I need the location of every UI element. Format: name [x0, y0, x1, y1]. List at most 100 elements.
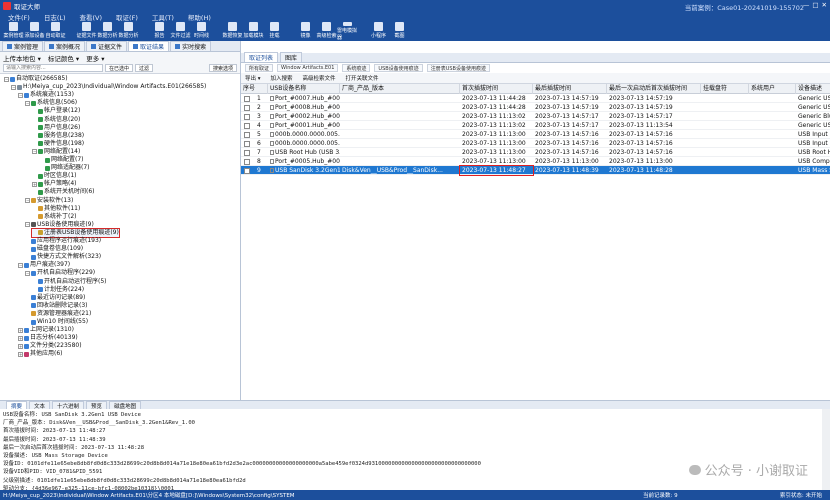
table-row[interactable]: 1 Port_#0007.Hub_#0003 2023-07-13 11:44:28… — [241, 94, 830, 103]
column-header[interactable]: 挂载盘符 — [701, 84, 749, 94]
tree-node[interactable]: 计划任务(224) — [32, 286, 84, 294]
tree-node[interactable]: 磁盘卷信息(109) — [25, 245, 83, 253]
collapse-icon[interactable]: − — [32, 149, 37, 155]
table-row[interactable]: 4 Port_#0001.Hub_#0001 2023-07-13 11:13:02… — [241, 121, 830, 130]
tree-node[interactable]: − 网络配置(14) — [32, 148, 80, 156]
column-header[interactable]: 设备描述 — [796, 84, 830, 94]
menu-log[interactable]: 日志(L) — [44, 12, 66, 22]
tree-node[interactable]: 帐户登录(12) — [32, 107, 80, 115]
tree-node[interactable]: 系统补丁(2) — [32, 213, 77, 221]
tree-node[interactable]: 用户信息(26) — [32, 124, 80, 132]
tree-node[interactable]: 最近访问记录(89) — [25, 294, 85, 302]
table-row[interactable]: 2 Port_#0008.Hub_#0003 2023-07-13 11:44:28… — [241, 103, 830, 112]
tree-node[interactable]: − 安装软件(13) — [25, 197, 73, 205]
tree-node[interactable]: + 上网记录(1310) — [18, 326, 74, 334]
column-header[interactable]: 系统用户 — [749, 84, 796, 94]
tab-result-list[interactable]: 取证列表 — [244, 52, 279, 62]
expand-icon[interactable]: + — [18, 327, 23, 333]
row-checkbox[interactable] — [244, 131, 250, 138]
ribbon-button[interactable]: 加载模块 — [243, 21, 264, 41]
detail-scrollbar[interactable] — [822, 409, 830, 490]
tree-node[interactable]: 注册表USB设备使用痕迹(9) — [31, 227, 120, 238]
breadcrumb-item[interactable]: 所有取证 — [245, 64, 274, 72]
tree-node[interactable]: 服务信息(238) — [32, 132, 84, 140]
tree-node[interactable]: − 系统痕迹(1153) — [18, 91, 74, 99]
row-checkbox[interactable] — [244, 167, 250, 174]
tree-node[interactable]: 系统开关机时间(6) — [32, 188, 95, 196]
ribbon-button[interactable]: 案例管理 — [3, 21, 24, 41]
tree-node[interactable]: 硬件信息(198) — [32, 140, 84, 148]
tree-node[interactable]: 回收站删除记录(3) — [25, 302, 88, 310]
more-button[interactable]: 更多 ▾ — [86, 53, 104, 63]
tree-node[interactable]: 快捷方式文件解析(323) — [25, 253, 101, 261]
collapse-icon[interactable]: − — [11, 84, 16, 90]
mark-color-button[interactable]: 标记颜色 ▾ — [48, 53, 79, 63]
tree-node[interactable]: 网络配置(7) — [39, 156, 84, 164]
breadcrumb-item[interactable]: 注册表USB设备使用痕迹 — [426, 64, 490, 72]
export-button[interactable]: 导出 ▾ — [245, 74, 261, 82]
ribbon-button[interactable]: 时间线 — [191, 21, 212, 41]
collapse-icon[interactable]: − — [18, 262, 23, 268]
ribbon-button[interactable]: 数据分析 — [97, 21, 118, 41]
tab-disk-map[interactable]: 磁盘地图 — [109, 401, 142, 410]
ribbon-button[interactable]: 高级检索 — [316, 21, 337, 41]
close-button[interactable]: ✕ — [822, 1, 827, 9]
menu-file[interactable]: 文件(F) — [8, 12, 30, 22]
tree-node[interactable]: 其他软件(11) — [32, 205, 80, 213]
row-checkbox[interactable] — [244, 113, 250, 120]
tree-node[interactable]: 网络适配器(7) — [39, 164, 90, 172]
tree-node[interactable]: 系统信息(20) — [32, 116, 80, 124]
table-row[interactable]: 5 000b.0000.0000.005.000.000... 2023-07-13… — [241, 130, 830, 139]
ribbon-button[interactable]: 添加设备 — [24, 21, 45, 41]
row-checkbox[interactable] — [244, 104, 250, 111]
ribbon-button[interactable]: 数据分析 — [118, 21, 139, 41]
column-header[interactable]: 序号 — [241, 84, 268, 94]
ribbon-button[interactable]: 文件过滤 — [170, 21, 191, 41]
tree-node[interactable]: + 日志分析(40139) — [18, 334, 78, 342]
table-row[interactable]: 3 Port_#0002.Hub_#0001 2023-07-13 11:13:02… — [241, 112, 830, 121]
row-checkbox[interactable] — [244, 122, 250, 129]
collapse-icon[interactable]: − — [25, 198, 30, 203]
tab-forensic-results[interactable]: 取证结果 — [128, 41, 170, 51]
tree-node[interactable]: 时区信息(1) — [32, 172, 77, 180]
row-checkbox[interactable] — [244, 140, 250, 147]
expand-icon[interactable]: + — [18, 335, 23, 341]
tab-hex[interactable]: 十六进制 — [52, 401, 85, 410]
menu-forensics[interactable]: 取证(F) — [116, 12, 138, 22]
expand-icon[interactable]: + — [18, 351, 23, 357]
menu-help[interactable]: 帮助(H) — [188, 12, 211, 22]
table-row[interactable]: 6 000b.0000.0000.005.000.000... 2023-07-13… — [241, 139, 830, 148]
minimize-button[interactable]: — — [803, 1, 810, 9]
table-row[interactable]: 7 USB Root Hub (USB 3.0) 2023-07-13 11:13:… — [241, 148, 830, 157]
maximize-button[interactable]: □ — [812, 1, 818, 9]
menu-tools[interactable]: 工具(T) — [152, 12, 174, 22]
column-header[interactable]: 厂商_产品_版本 — [340, 84, 460, 94]
column-header[interactable]: 首次插拔时间 — [460, 84, 533, 94]
tree-node[interactable]: − H:\Meiya_cup_2023\Individual\Window Art… — [11, 83, 206, 91]
collapse-icon[interactable]: − — [25, 222, 30, 228]
tab-summary[interactable]: 摘要 — [6, 401, 28, 410]
ribbon-button[interactable]: 数据恢复 — [222, 21, 243, 41]
ribbon-button[interactable]: 证据文件 — [76, 21, 97, 41]
upload-local-package-button[interactable]: 上传本地包 ▾ — [3, 53, 41, 63]
advanced-search-button[interactable]: 高级检索文件 — [303, 74, 336, 82]
expand-icon[interactable]: + — [18, 343, 23, 349]
tree-node[interactable]: + 其他应用(6) — [18, 350, 63, 358]
collapse-icon[interactable]: − — [4, 76, 9, 82]
ribbon-button[interactable]: 截图 — [389, 21, 410, 41]
breadcrumb-item[interactable]: 系统痕迹 — [342, 64, 371, 72]
menu-view[interactable]: 查看(V) — [80, 12, 103, 22]
tab-live-search[interactable]: 实时搜索 — [170, 41, 212, 51]
breadcrumb-item[interactable]: USB设备使用痕迹 — [374, 64, 423, 72]
expand-icon[interactable]: + — [32, 181, 37, 187]
tree-node[interactable]: − 自动取证(266585) — [4, 75, 68, 83]
ribbon-button[interactable]: 小程序 — [368, 21, 389, 41]
tab-case-management[interactable]: 案例管理 — [2, 41, 44, 51]
tree-node[interactable]: − USB设备使用痕迹(9) — [25, 221, 94, 229]
open-related-file-button[interactable]: 打开关联文件 — [346, 74, 379, 82]
column-header[interactable]: 最后插拔时间 — [533, 84, 607, 94]
column-header[interactable]: 最后一次启动后首次插拔时间 — [607, 84, 701, 94]
ribbon-button[interactable]: 镜像 — [295, 21, 316, 41]
tree-node[interactable]: 应用程序运行痕迹(193) — [25, 237, 101, 245]
add-to-search-button[interactable]: 加入搜索 — [271, 74, 293, 82]
